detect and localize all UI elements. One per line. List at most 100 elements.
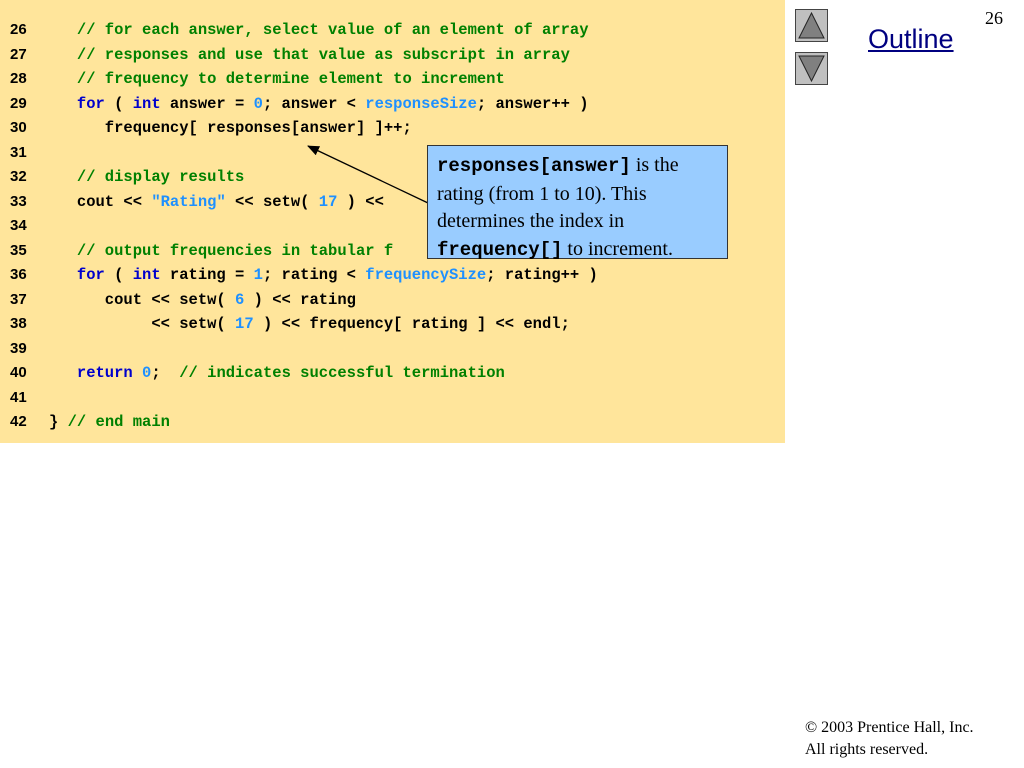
code-keyword: for (76, 94, 105, 113)
line-number: 29 (10, 94, 27, 112)
code-text: // output frequencies in tabular f (49, 239, 393, 263)
callout-text-2: to increment. (562, 237, 673, 260)
code-number: 1 (253, 266, 263, 284)
line-number: 27 (10, 45, 27, 63)
code-line: 42} // end main (0, 410, 785, 434)
next-slide-button[interactable] (795, 52, 828, 85)
code-string: "Rating" (151, 192, 226, 211)
code-token: cout << (49, 192, 152, 211)
code-token: ; answer++ ) (476, 94, 589, 113)
code-line: 26 // for each answer, select value of a… (0, 18, 785, 42)
code-token: ) << frequency[ rating ] << endl; (253, 315, 570, 333)
outline-link[interactable]: Outline (868, 24, 954, 55)
line-number: 31 (10, 143, 27, 161)
line-number: 38 (10, 315, 27, 332)
code-comment: // for each answer, select value of an e… (76, 21, 589, 39)
code-comment: // end main (67, 413, 170, 431)
triangle-down-icon (798, 55, 825, 83)
code-token: << setw( (225, 192, 319, 211)
code-token: cout << setw( (49, 290, 236, 309)
code-number: 17 (318, 192, 338, 211)
code-token: answer = (160, 94, 254, 113)
code-comment: // responses and use that value as subsc… (76, 45, 570, 64)
code-comment: // output frequencies in tabular f (76, 241, 394, 260)
code-number: 6 (235, 290, 245, 309)
line-number: 26 (10, 21, 27, 38)
code-ident: responseSize (365, 94, 477, 113)
copyright-line: © 2003 Prentice Hall, Inc. (805, 719, 974, 736)
previous-slide-button[interactable] (795, 9, 828, 42)
code-token: ; answer < (262, 94, 366, 113)
line-number: 39 (10, 339, 27, 357)
code-number: 17 (235, 315, 254, 333)
code-keyword: int (132, 266, 161, 284)
line-number: 33 (10, 192, 27, 210)
code-number: 0 (253, 94, 263, 113)
page-number: 26 (985, 8, 1003, 28)
line-number: 30 (10, 119, 27, 136)
code-text: return 0; // indicates successful termin… (49, 361, 505, 385)
code-token: ; rating < (262, 266, 366, 284)
code-text: cout << "Rating" << setw( 17 ) << (49, 190, 384, 214)
code-token: frequency[ responses[answer] ]++; (49, 119, 412, 137)
rights-line: All rights reserved. (805, 741, 929, 758)
triangle-up-icon (798, 11, 825, 39)
callout-box: responses[answer] is the rating (from 1 … (427, 145, 728, 261)
code-text: for ( int rating = 1; rating < frequency… (49, 263, 598, 287)
code-text: // for each answer, select value of an e… (49, 18, 589, 42)
code-token: ( (104, 266, 133, 284)
line-number: 32 (10, 168, 27, 185)
line-number: 34 (10, 217, 27, 234)
code-text: // display results (49, 165, 244, 189)
line-number: 28 (10, 70, 27, 87)
code-line: 28 // frequency to determine element to … (0, 67, 785, 91)
code-line: 37 cout << setw( 6 ) << rating (0, 288, 785, 312)
code-token: } (49, 413, 68, 431)
code-comment: // frequency to determine element to inc… (76, 70, 505, 88)
code-text: // frequency to determine element to inc… (49, 67, 505, 91)
code-comment: // indicates successful termination (179, 364, 505, 382)
code-token: ; (151, 364, 180, 382)
line-number: 36 (10, 266, 27, 283)
line-number: 41 (10, 388, 27, 406)
callout-code-frequency: frequency[] (437, 238, 563, 261)
code-line: 39 (0, 337, 785, 361)
code-line: 30 frequency[ responses[answer] ]++; (0, 116, 785, 140)
code-line: 40 return 0; // indicates successful ter… (0, 361, 785, 385)
code-keyword: return (76, 364, 133, 382)
code-token: << setw( (49, 315, 236, 333)
code-line: 36 for ( int rating = 1; rating < freque… (0, 263, 785, 287)
code-token: ) << (337, 192, 384, 211)
code-text: cout << setw( 6 ) << rating (49, 288, 356, 312)
code-token: ( (104, 94, 133, 113)
callout-code-responses: responses[answer] (437, 155, 631, 177)
code-line: 29 for ( int answer = 0; answer < respon… (0, 92, 785, 116)
code-line: 41 (0, 386, 785, 410)
code-keyword: for (76, 266, 105, 284)
code-token: rating = (160, 266, 254, 284)
line-number: 37 (10, 290, 27, 308)
code-text: // responses and use that value as subsc… (49, 43, 570, 67)
line-number: 42 (10, 413, 27, 430)
code-comment: // display results (76, 168, 245, 186)
copyright-notice: © 2003 Prentice Hall, Inc. All rights re… (805, 717, 974, 761)
code-text: << setw( 17 ) << frequency[ rating ] << … (49, 312, 570, 336)
code-token: ) << rating (244, 290, 356, 309)
code-ident: frequencySize (365, 266, 487, 284)
line-number: 40 (10, 364, 27, 381)
code-text: frequency[ responses[answer] ]++; (49, 116, 412, 140)
code-text: for ( int answer = 0; answer < responseS… (49, 92, 589, 116)
code-line: 27 // responses and use that value as su… (0, 43, 785, 67)
code-keyword: int (132, 94, 161, 113)
code-number: 0 (142, 364, 152, 382)
code-text: } // end main (49, 410, 170, 434)
